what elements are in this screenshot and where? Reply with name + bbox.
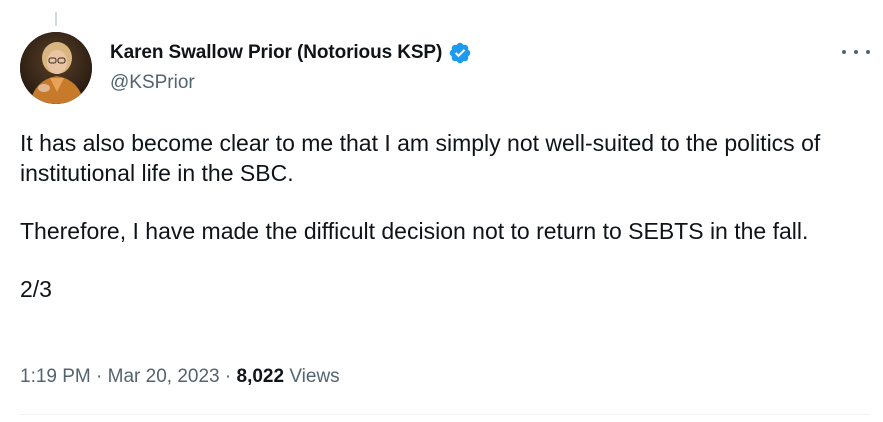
tweet-paragraph: Therefore, I have made the difficult dec… (20, 218, 809, 244)
avatar[interactable] (20, 32, 92, 104)
views-label: Views (289, 366, 340, 387)
divider (20, 414, 870, 415)
thread-connector-line (55, 12, 57, 26)
more-dot (854, 50, 858, 54)
more-dot (842, 50, 846, 54)
more-horizontal-icon[interactable] (842, 42, 870, 62)
meta-separator: · (90, 366, 108, 387)
tweet-header: Karen Swallow Prior (Notorious KSP) @KSP… (20, 32, 870, 104)
meta-separator: · (219, 366, 237, 387)
view-count: 8,022 (236, 366, 285, 387)
display-name-row: Karen Swallow Prior (Notorious KSP) (110, 40, 472, 66)
tweet-text: It has also become clear to me that I am… (20, 128, 860, 332)
tweet-meta: 1:19 PM · Mar 20, 2023 · 8,022 Views (20, 366, 340, 388)
avatar-photo (20, 32, 92, 104)
author-display-name[interactable]: Karen Swallow Prior (Notorious KSP) (110, 42, 442, 64)
tweet-paragraph: It has also become clear to me that I am… (20, 130, 821, 186)
author-handle[interactable]: @KSPrior (110, 72, 472, 94)
tweet-paragraph: 2/3 (20, 276, 52, 302)
more-dot (866, 50, 870, 54)
verified-badge-icon[interactable] (448, 41, 472, 65)
author-names: Karen Swallow Prior (Notorious KSP) @KSP… (110, 40, 472, 94)
tweet-date[interactable]: Mar 20, 2023 (108, 366, 220, 387)
tweet-time[interactable]: 1:19 PM (20, 366, 91, 387)
